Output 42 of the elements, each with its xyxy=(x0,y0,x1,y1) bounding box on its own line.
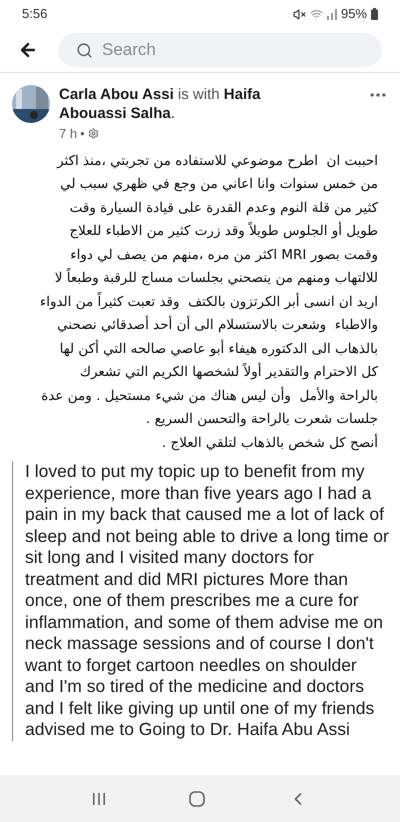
english-text-line: want to forget cartoon needles on shoulder xyxy=(25,654,358,676)
gear-icon xyxy=(88,128,99,140)
avatar xyxy=(12,85,50,123)
english-text-line: sleep and not being able to drive a long time or xyxy=(25,526,390,547)
english-text-line: once, one of them prescribes me a cure for xyxy=(25,590,360,612)
english-text-line: pain in my back that caused me a lot of lack of xyxy=(25,504,385,526)
english-text-line: advised me to Going to Dr. Haifa Abu Assi xyxy=(25,719,351,740)
wifi-icon xyxy=(310,8,323,20)
battery-percent: 95% xyxy=(340,5,367,24)
arabic-text-line: كل الاحترام والتقدير أولاً لشخصها الكريم التي تشعرك xyxy=(78,362,378,382)
arabic-text-line: بالراحة والأمل وأن ليس هناك من شيء مستحيل . ومن عدة xyxy=(40,386,378,406)
back-icon[interactable] xyxy=(18,40,38,60)
recent-apps-icon[interactable] xyxy=(92,792,106,806)
arabic-text-line: اريد ان انسى أبر الكرتزون بالكتف وقد تعبت كثيراً من الدواء xyxy=(38,291,378,312)
arabic-text-line: وقمت بصور MRI اكثر من مره ،منهم من يصف لي دواء xyxy=(69,246,378,264)
arabic-text-line: بالذهاب الى الدكتوره هيفاء أبو عاصي صالحه التي أكن لها xyxy=(58,338,378,358)
arabic-text-line: طويل أو الجلوس طويلاً وقد زرت كثير من الاطباء للعلاج xyxy=(68,220,378,241)
arabic-text-line: كثير من قلة النوم وعدم القدرة على قيادة السيارة وقت xyxy=(68,198,378,218)
search-field[interactable]: Search xyxy=(58,33,382,67)
english-text-line: and I felt like giving up until one of my friends xyxy=(25,698,376,719)
arabic-text-line: احببت ان اطرح موضوعي للاستفاده من تجربتي ،منذ اكثر xyxy=(56,152,378,170)
arabic-text-line: جلسات شعرت بالراحة والتحسن السريع . xyxy=(145,410,378,429)
arabic-text-line: أنصح كل شخص بالذهاب لتلقي العلاج . xyxy=(160,432,378,452)
english-text-line: inflammation, and some of them advise me on xyxy=(25,612,384,633)
home-icon[interactable] xyxy=(188,790,205,806)
search-icon xyxy=(76,42,93,59)
signal-icon xyxy=(326,8,337,20)
arabic-text-line: من خمس سنوات وانا اعاني من وجع في ظهري سبب لي xyxy=(59,175,378,194)
english-text-line: and I'm so tired of the medicine and doctors xyxy=(25,676,365,698)
separator-dot: • xyxy=(80,125,85,143)
arabic-text-line: للالتهاب ومنهم من ينصحني بجلسات مساج للرقبة وطبعاً لا xyxy=(54,267,378,288)
english-text-line: neck massage sessions and of course I don't xyxy=(25,633,375,654)
mute-icon xyxy=(292,8,306,20)
english-text-line: sit long and I visited many doctors for xyxy=(25,547,315,568)
english-text-line: treatment and did MRI pictures More than xyxy=(25,568,349,590)
english-text-line: I loved to put my topic up to benefit from my xyxy=(25,461,366,482)
post-header-text: Carla Abou Assi is with Haifa Abouassi Salha. xyxy=(59,85,262,123)
battery-icon xyxy=(371,8,378,20)
arabic-text-line: والاطباء وشعرت بالاستسلام الى أن أحد أصدقائي نصحني xyxy=(56,314,378,335)
english-text-line: experience, more than five years ago I had a xyxy=(25,482,372,504)
status-time: 5:56 xyxy=(22,5,48,24)
post-time: 7 h xyxy=(59,125,78,143)
